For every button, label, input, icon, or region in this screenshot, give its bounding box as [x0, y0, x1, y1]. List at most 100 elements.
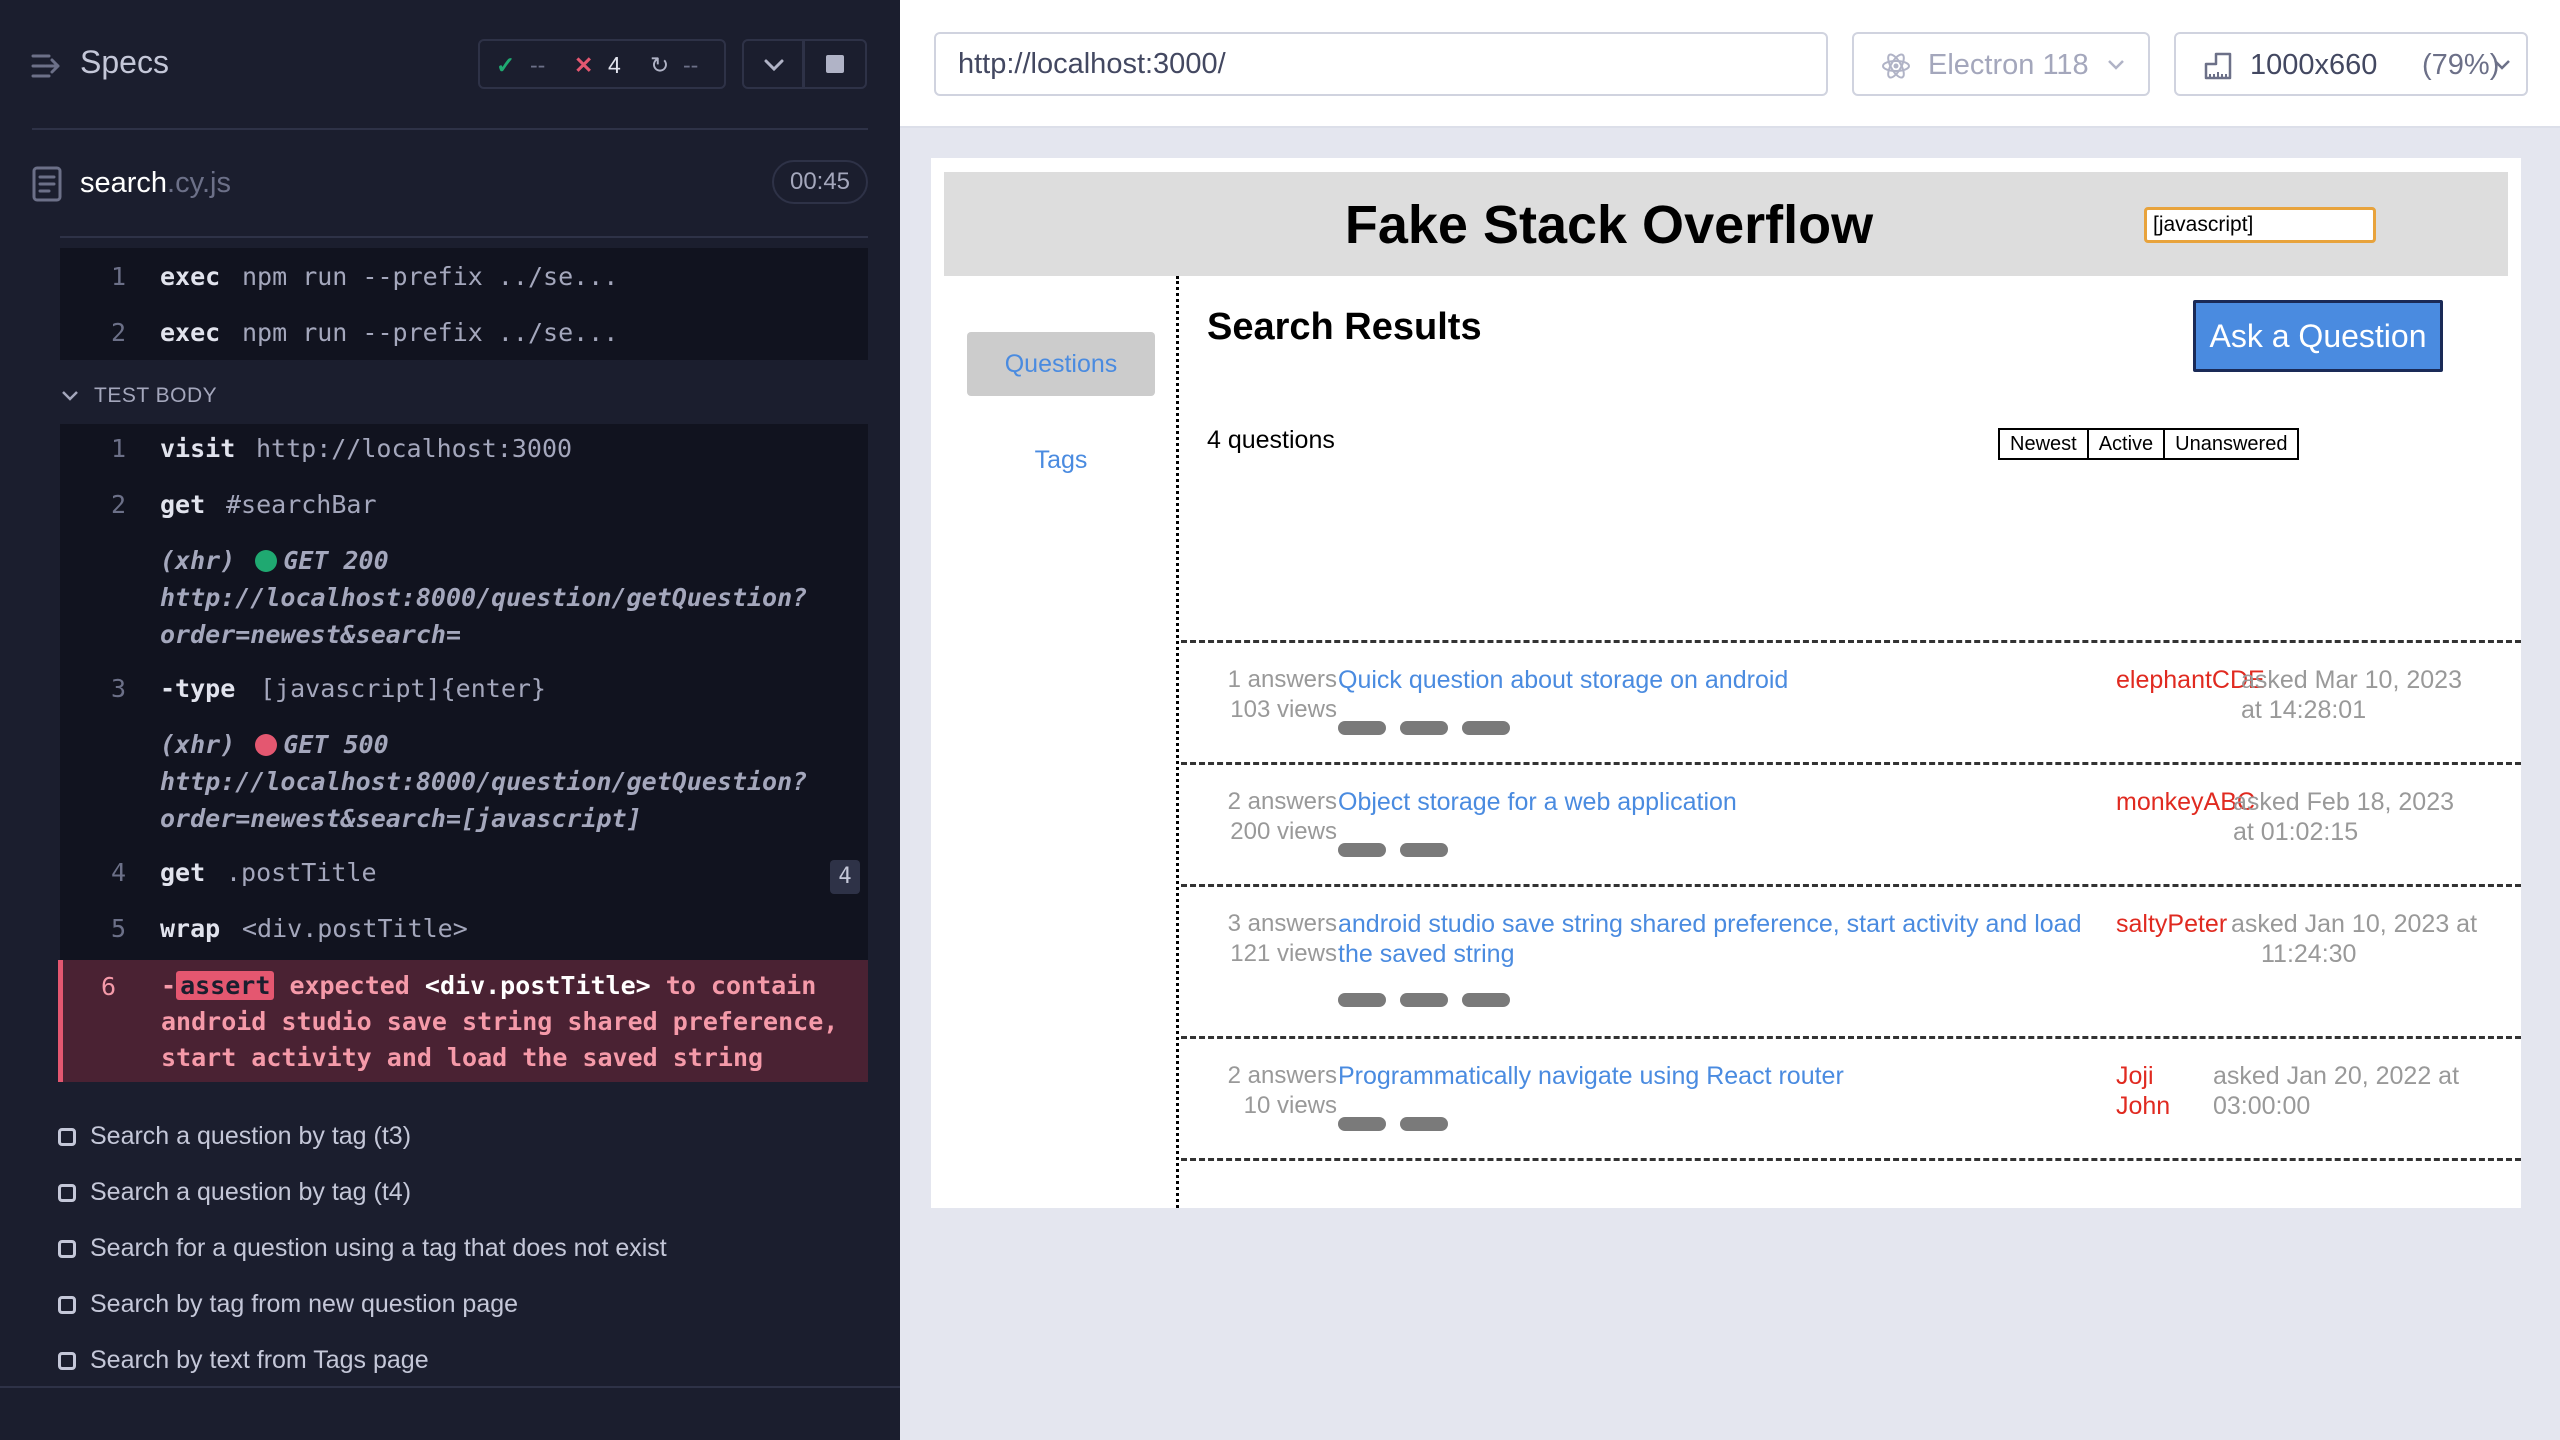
- browser-toolbar: http://localhost:3000/ Electron 118 1000…: [900, 0, 2560, 128]
- test-title: Search by text from Tags page: [90, 1346, 429, 1374]
- electron-icon: [1882, 53, 1910, 79]
- ask-question-button[interactable]: Ask a Question: [2193, 300, 2443, 372]
- nav-tags-link[interactable]: Tags: [967, 428, 1155, 492]
- viewport-selector[interactable]: 1000x660 (79%): [2174, 32, 2528, 96]
- test-item[interactable]: Search a question by tag (t3): [58, 1122, 411, 1151]
- tag-chip[interactable]: [1338, 993, 1386, 1007]
- assert-word: to contain: [665, 971, 817, 1000]
- test-item[interactable]: Search for a question using a tag that d…: [58, 1234, 667, 1263]
- tag-chip[interactable]: [1400, 1117, 1448, 1131]
- stop-icon: [826, 55, 844, 73]
- command-message: [javascript]{enter}: [260, 674, 546, 703]
- question-stats: 3 answers 121 views: [1207, 909, 1337, 969]
- command-name: exec: [160, 262, 221, 291]
- command-prefix: -: [161, 971, 177, 1000]
- spec-file-header: search.cy.js 00:45: [0, 150, 900, 220]
- command-name: get: [160, 858, 206, 887]
- search-input[interactable]: [javascript]: [2144, 207, 2376, 243]
- question-title-link[interactable]: android studio save string shared prefer…: [1338, 909, 2108, 969]
- tag-chip[interactable]: [1400, 993, 1448, 1007]
- url-input[interactable]: http://localhost:3000/: [934, 32, 1828, 96]
- question-tags: [1338, 1117, 1448, 1131]
- assert-badge: assert: [176, 971, 275, 1000]
- command-name: -type: [160, 674, 236, 703]
- test-title: Search a question by tag (t3): [90, 1122, 412, 1150]
- asked-line-1: asked Jan 20, 2022 at: [2213, 1062, 2460, 1090]
- command-message: #searchBar: [226, 490, 377, 519]
- tag-chip[interactable]: [1338, 721, 1386, 735]
- question-stats: 2 answers 10 views: [1207, 1061, 1337, 1121]
- command-number: 1: [110, 434, 126, 463]
- test-item[interactable]: Search a question by tag (t4): [58, 1178, 411, 1207]
- test-pending-icon: [58, 1128, 76, 1146]
- asked-line-2: at 14:28:01: [2241, 696, 2367, 724]
- chevron-down-icon: [2108, 60, 2124, 70]
- question-row: 2 answers 10 views Programmatically navig…: [1181, 1039, 2521, 1161]
- test-title: Search a question by tag (t4): [90, 1178, 412, 1206]
- tag-chip[interactable]: [1338, 1117, 1386, 1131]
- asked-line-1: asked Jan 10, 2023 at: [2231, 910, 2478, 938]
- question-title-link[interactable]: Object storage for a web application: [1338, 787, 2108, 817]
- command-message: npm run --prefix ../se...: [242, 318, 619, 347]
- test-item[interactable]: Search by text from Tags page: [58, 1346, 429, 1375]
- asked-line-1: asked Mar 10, 2023: [2241, 666, 2462, 694]
- question-row: 1 answers 103 views Quick question about …: [1181, 643, 2521, 765]
- failed-assert-row[interactable]: 6 - assert expected <div.postTitle> to co…: [58, 960, 868, 1082]
- command-number: 2: [110, 318, 126, 347]
- asked-line-2: 03:00:00: [2213, 1092, 2311, 1120]
- viewport-size: 1000x660: [2250, 49, 2378, 81]
- stop-button[interactable]: [803, 39, 867, 89]
- question-stats: 1 answers 103 views: [1207, 665, 1337, 725]
- xhr-status: GET 200: [283, 546, 389, 575]
- browser-name: Electron 118: [1928, 49, 2089, 81]
- command-message: .postTitle: [226, 858, 377, 887]
- nav-questions-link[interactable]: Questions: [967, 332, 1155, 396]
- chevron-down-icon: [2494, 60, 2510, 70]
- view-count: 121 views: [1230, 940, 1337, 967]
- test-item[interactable]: Search by tag from new question page: [58, 1290, 518, 1319]
- question-author: Joji John: [2116, 1062, 2171, 1120]
- tag-chip[interactable]: [1462, 721, 1510, 735]
- specs-label[interactable]: Specs: [80, 44, 169, 81]
- xhr-url: http://localhost:8000/question/getQuesti…: [160, 583, 808, 612]
- answer-count: 1 answers: [1227, 666, 1337, 693]
- status-dot-red-icon: [255, 734, 278, 756]
- tag-chip[interactable]: [1338, 843, 1386, 857]
- test-stats: ✓ -- ✕ 4 ↻ --: [478, 39, 726, 89]
- question-author: saltyPeter: [2116, 910, 2228, 938]
- tag-chip[interactable]: [1400, 843, 1448, 857]
- question-tags: [1338, 843, 1448, 857]
- sort-unanswered-button[interactable]: Unanswered: [2163, 428, 2300, 460]
- answer-count: 2 answers: [1227, 788, 1337, 815]
- question-tags: [1338, 993, 1510, 1007]
- test-body-label[interactable]: TEST BODY: [94, 384, 217, 408]
- sort-active-button[interactable]: Active: [2086, 428, 2166, 460]
- answer-count: 3 answers: [1227, 910, 1337, 937]
- assert-expected-text: android studio save string shared prefer…: [161, 1007, 839, 1072]
- app-preview-frame: Fake Stack Overflow [javascript] Questio…: [931, 158, 2521, 1208]
- command-number: 4: [110, 858, 126, 887]
- question-asked-date: asked Feb 18, 2023 at 01:02:15: [2233, 787, 2513, 847]
- browser-selector[interactable]: Electron 118: [1852, 32, 2150, 96]
- question-title-link[interactable]: Programmatically navigate using React ro…: [1338, 1061, 2108, 1091]
- asked-line-2: at 01:02:15: [2233, 818, 2359, 846]
- file-icon: [32, 166, 62, 202]
- sort-newest-button[interactable]: Newest: [1998, 428, 2089, 460]
- specs-toggle-icon[interactable]: [30, 49, 64, 83]
- question-asked-date: asked Jan 20, 2022 at 03:00:00: [2213, 1061, 2513, 1121]
- page-title: Search Results: [1207, 306, 1482, 348]
- test-pending-icon: [58, 1352, 76, 1370]
- viewport-scale: (79%): [2422, 49, 2500, 81]
- command-number: 5: [110, 914, 126, 943]
- collapse-button[interactable]: [742, 39, 804, 89]
- command-number: 6: [101, 972, 117, 1001]
- test-title: Search for a question using a tag that d…: [90, 1234, 667, 1262]
- command-number: 2: [110, 490, 126, 519]
- tag-chip[interactable]: [1400, 721, 1448, 735]
- divider: [32, 128, 868, 130]
- failed-x-icon: ✕: [574, 52, 594, 78]
- chevron-down-icon[interactable]: [60, 386, 80, 406]
- view-count: 10 views: [1243, 1092, 1337, 1119]
- question-title-link[interactable]: Quick question about storage on android: [1338, 665, 2108, 695]
- tag-chip[interactable]: [1462, 993, 1510, 1007]
